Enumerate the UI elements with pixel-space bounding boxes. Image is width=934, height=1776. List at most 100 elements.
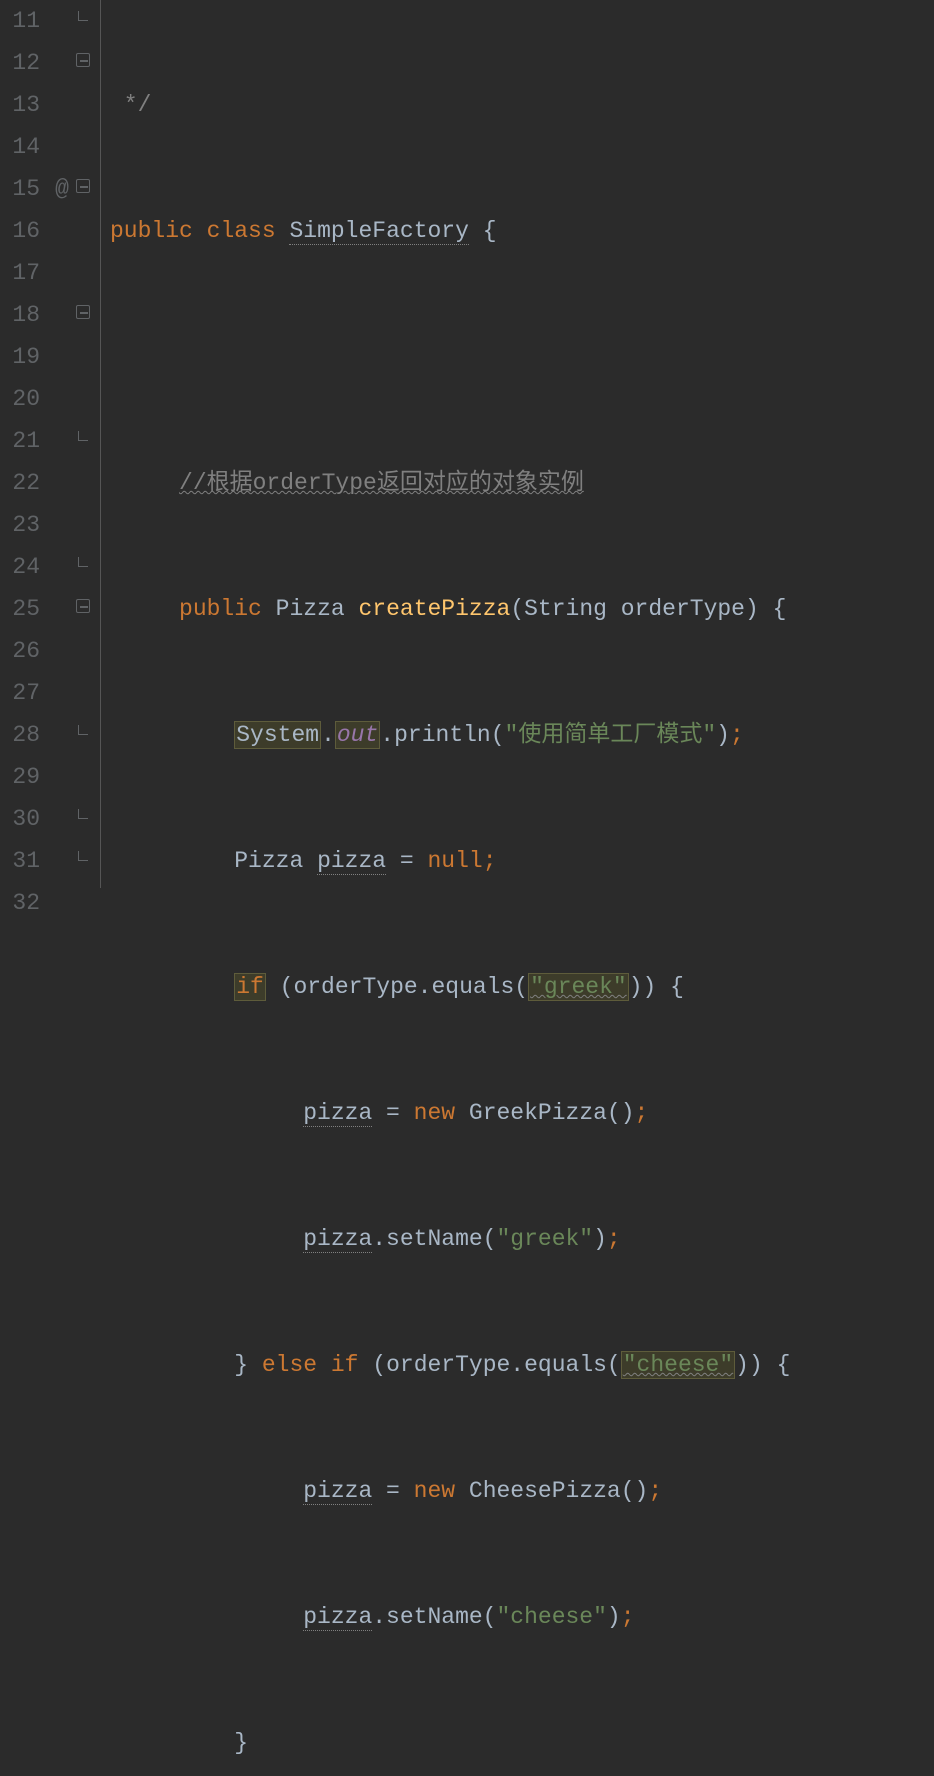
- code-line[interactable]: pizza = new GreekPizza();: [110, 1092, 934, 1134]
- fold-column: [76, 0, 100, 888]
- keyword-else: else: [262, 1352, 317, 1378]
- line-number: 13: [0, 84, 40, 126]
- method-call: .setName(: [372, 1604, 496, 1630]
- string-literal: "使用简单工厂模式": [505, 722, 717, 748]
- keyword-class: class: [207, 218, 276, 244]
- string-literal: "cheese": [496, 1604, 606, 1630]
- fold-end-icon[interactable]: [76, 840, 100, 882]
- dot: .: [380, 722, 394, 748]
- paren-close: ): [745, 596, 759, 622]
- paren-close: ): [716, 722, 730, 748]
- fold-end-icon[interactable]: [76, 798, 100, 840]
- semicolon: ;: [730, 722, 744, 748]
- equals: =: [372, 1100, 413, 1126]
- keyword-if: if: [331, 1352, 359, 1378]
- paren-close: )): [735, 1352, 776, 1378]
- fold-toggle-icon[interactable]: [76, 42, 100, 84]
- fold-toggle-icon[interactable]: [76, 294, 100, 336]
- keyword-public: public: [179, 596, 262, 622]
- constructor: CheesePizza(): [455, 1478, 648, 1504]
- semicolon: ;: [635, 1100, 649, 1126]
- annotations-column: @: [48, 0, 76, 888]
- line-number: 26: [0, 630, 40, 672]
- class-name: SimpleFactory: [289, 218, 468, 245]
- brace: }: [234, 1352, 262, 1378]
- gutter: 11 12 13 14 15 16 17 18 19 20 21 22 23 2…: [0, 0, 100, 888]
- line-number: 25: [0, 588, 40, 630]
- string-literal: "greek": [496, 1226, 593, 1252]
- param-name: orderType: [607, 596, 745, 622]
- fold-toggle-icon[interactable]: [76, 588, 100, 630]
- comment-end: */: [110, 92, 151, 118]
- paren-close: )): [629, 974, 670, 1000]
- override-annotation-icon[interactable]: @: [48, 168, 76, 210]
- system-class: System: [234, 721, 321, 749]
- fold-end-icon[interactable]: [76, 0, 100, 42]
- code-line[interactable]: pizza = new CheesePizza();: [110, 1470, 934, 1512]
- type: Pizza: [234, 848, 317, 874]
- line-number: 32: [0, 882, 40, 924]
- brace: {: [759, 596, 787, 622]
- line-number: 22: [0, 462, 40, 504]
- field-out: out: [335, 721, 380, 749]
- code-editor[interactable]: 11 12 13 14 15 16 17 18 19 20 21 22 23 2…: [0, 0, 934, 888]
- brace: {: [670, 974, 684, 1000]
- line-number: 21: [0, 420, 40, 462]
- keyword-new: new: [414, 1100, 455, 1126]
- code-line[interactable]: public class SimpleFactory {: [110, 210, 934, 252]
- variable: pizza: [303, 1226, 372, 1253]
- comment: //根据orderType返回对应的对象实例: [179, 470, 584, 496]
- line-number: 17: [0, 252, 40, 294]
- param-type: String: [524, 596, 607, 622]
- semicolon: ;: [621, 1604, 635, 1630]
- line-number: 28: [0, 714, 40, 756]
- semicolon: ;: [648, 1478, 662, 1504]
- fold-toggle-icon[interactable]: [76, 168, 100, 210]
- condition: (orderType.equals(: [358, 1352, 620, 1378]
- keyword-null: null: [428, 848, 483, 874]
- semicolon: ;: [607, 1226, 621, 1252]
- line-number: 29: [0, 756, 40, 798]
- equals: =: [386, 848, 427, 874]
- line-number: 31: [0, 840, 40, 882]
- variable: pizza: [303, 1604, 372, 1631]
- line-number: 30: [0, 798, 40, 840]
- paren-open: (: [491, 722, 505, 748]
- code-line[interactable]: //根据orderType返回对应的对象实例: [110, 462, 934, 504]
- code-line[interactable]: public Pizza createPizza(String orderTyp…: [110, 588, 934, 630]
- code-line[interactable]: pizza.setName("greek");: [110, 1218, 934, 1260]
- variable: pizza: [303, 1478, 372, 1505]
- variable: pizza: [317, 848, 386, 875]
- brace: {: [777, 1352, 791, 1378]
- string-literal: "greek": [528, 973, 629, 1001]
- code-line[interactable]: [110, 336, 934, 378]
- code-line[interactable]: } else if (orderType.equals("cheese")) {: [110, 1344, 934, 1386]
- equals: =: [372, 1478, 413, 1504]
- line-number: 23: [0, 504, 40, 546]
- line-number: 24: [0, 546, 40, 588]
- code-line[interactable]: if (orderType.equals("greek")) {: [110, 966, 934, 1008]
- dot: .: [321, 722, 335, 748]
- string-literal: "cheese": [621, 1351, 735, 1379]
- line-numbers-column: 11 12 13 14 15 16 17 18 19 20 21 22 23 2…: [0, 0, 48, 888]
- code-line[interactable]: }: [110, 1722, 934, 1764]
- code-line[interactable]: System.out.println("使用简单工厂模式");: [110, 714, 934, 756]
- brace: {: [469, 218, 497, 244]
- fold-end-icon[interactable]: [76, 714, 100, 756]
- code-area[interactable]: */ public class SimpleFactory { //根据orde…: [100, 0, 934, 888]
- line-number: 11: [0, 0, 40, 42]
- semicolon: ;: [483, 848, 497, 874]
- line-number: 15: [0, 168, 40, 210]
- code-line[interactable]: pizza.setName("cheese");: [110, 1596, 934, 1638]
- code-line[interactable]: */: [110, 84, 934, 126]
- keyword-public: public: [110, 218, 193, 244]
- fold-end-icon[interactable]: [76, 546, 100, 588]
- line-number: 16: [0, 210, 40, 252]
- line-number: 18: [0, 294, 40, 336]
- paren-open: (: [510, 596, 524, 622]
- fold-end-icon[interactable]: [76, 420, 100, 462]
- code-line[interactable]: Pizza pizza = null;: [110, 840, 934, 882]
- brace: }: [234, 1730, 248, 1756]
- method-name: createPizza: [358, 596, 510, 622]
- method-call: .setName(: [372, 1226, 496, 1252]
